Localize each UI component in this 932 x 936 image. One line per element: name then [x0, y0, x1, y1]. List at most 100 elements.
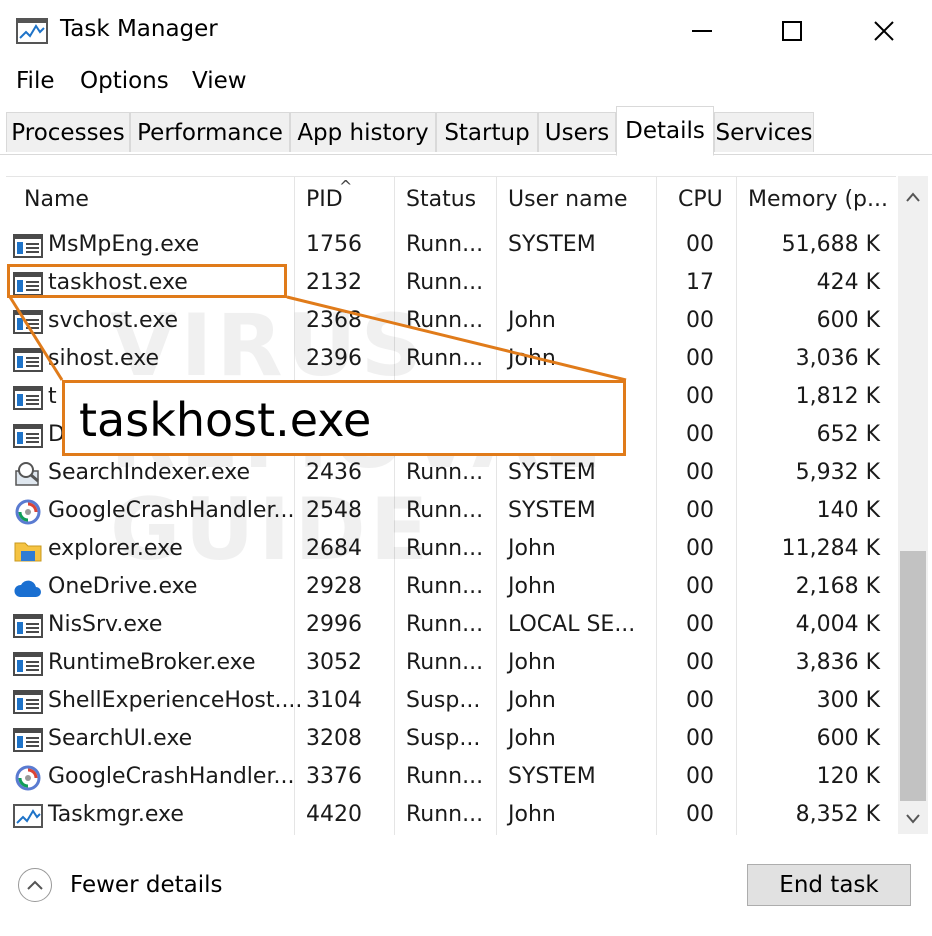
process-pid: 2548 — [306, 498, 362, 523]
tab-performance[interactable]: Performance — [130, 112, 290, 152]
process-status: Runn... — [406, 346, 484, 371]
close-icon — [874, 21, 894, 41]
process-name: sihost.exe — [48, 346, 160, 371]
table-row[interactable]: ShellExperienceHost.... 3104 Susp... John 00… — [6, 683, 896, 721]
tab-processes[interactable]: Processes — [6, 112, 130, 152]
process-user: John — [508, 308, 556, 333]
table-row[interactable]: SearchIndexer.exe 2436 Runn... SYSTEM 00 5,93… — [6, 455, 896, 493]
minimize-icon — [692, 30, 712, 32]
column-header-cpu[interactable]: CPU — [678, 187, 723, 212]
process-name: RuntimeBroker.exe — [48, 650, 256, 675]
table-row[interactable]: OneDrive.exe 2928 Runn... John 00 2,168 K — [6, 569, 896, 607]
process-cpu: 00 — [686, 498, 714, 523]
chevron-down-icon — [906, 814, 920, 824]
process-cpu: 00 — [686, 650, 714, 675]
app-window-icon — [13, 386, 43, 410]
tab-startup[interactable]: Startup — [436, 112, 538, 152]
process-name: SearchIndexer.exe — [48, 460, 251, 485]
process-user: John — [508, 574, 556, 599]
process-user: SYSTEM — [508, 498, 596, 523]
process-pid: 1756 — [306, 232, 362, 257]
menu-file[interactable]: File — [16, 68, 55, 94]
process-pid: 2368 — [306, 308, 362, 333]
scroll-down-button[interactable] — [898, 804, 928, 834]
table-row[interactable]: Taskmgr.exe 4420 Runn... John 00 8,352 K — [6, 797, 896, 835]
tab-app-history[interactable]: App history — [290, 112, 436, 152]
end-task-button[interactable]: End task — [747, 864, 911, 906]
process-pid: 4420 — [306, 802, 362, 827]
folder-icon — [14, 542, 42, 562]
app-window-icon — [13, 310, 43, 334]
process-name: Taskmgr.exe — [48, 802, 184, 827]
process-name: NisSrv.exe — [48, 612, 163, 637]
process-cpu: 00 — [686, 422, 714, 447]
process-cpu: 00 — [686, 460, 714, 485]
app-window-icon — [13, 234, 43, 258]
process-memory: 140 K — [816, 498, 880, 523]
chevron-up-icon — [906, 192, 920, 202]
process-user: John — [508, 802, 556, 827]
column-header-name[interactable]: Name — [24, 187, 89, 212]
menu-options[interactable]: Options — [80, 68, 169, 94]
tab-users[interactable]: Users — [538, 112, 616, 152]
process-status: Runn... — [406, 650, 484, 675]
tab-details[interactable]: Details — [616, 106, 714, 156]
fewer-details-link[interactable]: Fewer details — [70, 872, 222, 898]
chevron-up-icon — [27, 880, 43, 890]
table-row[interactable]: MsMpEng.exe 1756 Runn... SYSTEM 00 51,688 K — [6, 227, 896, 265]
process-pid: 2396 — [306, 346, 362, 371]
process-name: GoogleCrashHandler... — [48, 498, 295, 523]
process-name: MsMpEng.exe — [48, 232, 200, 257]
close-button[interactable] — [838, 0, 930, 62]
cloud-icon — [14, 580, 41, 597]
process-cpu: 00 — [686, 612, 714, 637]
process-pid: 3208 — [306, 726, 362, 751]
column-header-memory[interactable]: Memory (p... — [748, 187, 888, 212]
column-header-pid[interactable]: PID — [306, 187, 343, 212]
column-header-status[interactable]: Status — [406, 187, 476, 212]
app-window-icon — [13, 614, 43, 638]
process-cpu: 00 — [686, 688, 714, 713]
table-row[interactable]: svchost.exe 2368 Runn... John 00 600 K — [6, 303, 896, 341]
maximize-button[interactable] — [746, 0, 838, 62]
table-row[interactable]: explorer.exe 2684 Runn... John 00 11,284 K — [6, 531, 896, 569]
table-row[interactable]: sihost.exe 2396 Runn... John 00 3,036 K — [6, 341, 896, 379]
process-pid: 3052 — [306, 650, 362, 675]
table-row[interactable]: SearchUI.exe 3208 Susp... John 00 600 K — [6, 721, 896, 759]
process-memory: 600 K — [816, 726, 880, 751]
callout-box: taskhost.exe — [62, 380, 626, 456]
app-window-icon — [13, 728, 43, 752]
column-header-user[interactable]: User name — [508, 187, 628, 212]
google-update-icon — [15, 499, 41, 525]
process-name: OneDrive.exe — [48, 574, 198, 599]
minimize-button[interactable] — [656, 0, 748, 62]
tab-services[interactable]: Services — [714, 112, 814, 152]
footer: Fewer details End task — [0, 836, 932, 936]
process-status: Runn... — [406, 232, 484, 257]
scrollbar-thumb[interactable] — [900, 551, 926, 801]
process-name: t — [48, 384, 57, 409]
process-pid: 2996 — [306, 612, 362, 637]
table-row[interactable]: GoogleCrashHandler... 3376 Runn... SYSTEM 00… — [6, 759, 896, 797]
process-user: LOCAL SE... — [508, 612, 636, 637]
process-name: GoogleCrashHandler... — [48, 764, 295, 789]
table-row[interactable]: GoogleCrashHandler... 2548 Runn... SYSTEM 00… — [6, 493, 896, 531]
app-window-icon — [13, 652, 43, 676]
fewer-details-button[interactable] — [18, 868, 52, 902]
table-row[interactable]: RuntimeBroker.exe 3052 Runn... John 00 3,836 … — [6, 645, 896, 683]
process-cpu: 00 — [686, 384, 714, 409]
process-status: Runn... — [406, 308, 484, 333]
process-memory: 8,352 K — [795, 802, 880, 827]
process-cpu: 00 — [686, 346, 714, 371]
process-memory: 1,812 K — [795, 384, 880, 409]
vertical-scrollbar[interactable] — [898, 176, 928, 834]
process-status: Runn... — [406, 612, 484, 637]
process-memory: 2,168 K — [795, 574, 880, 599]
process-status: Susp... — [406, 726, 481, 751]
scroll-up-button[interactable] — [898, 182, 928, 212]
menu-view[interactable]: View — [192, 68, 247, 94]
table-row[interactable]: NisSrv.exe 2996 Runn... LOCAL SE... 00 4,004 … — [6, 607, 896, 645]
process-user: John — [508, 536, 556, 561]
maximize-icon — [782, 21, 802, 41]
menu-bar: File Options View — [0, 62, 932, 102]
